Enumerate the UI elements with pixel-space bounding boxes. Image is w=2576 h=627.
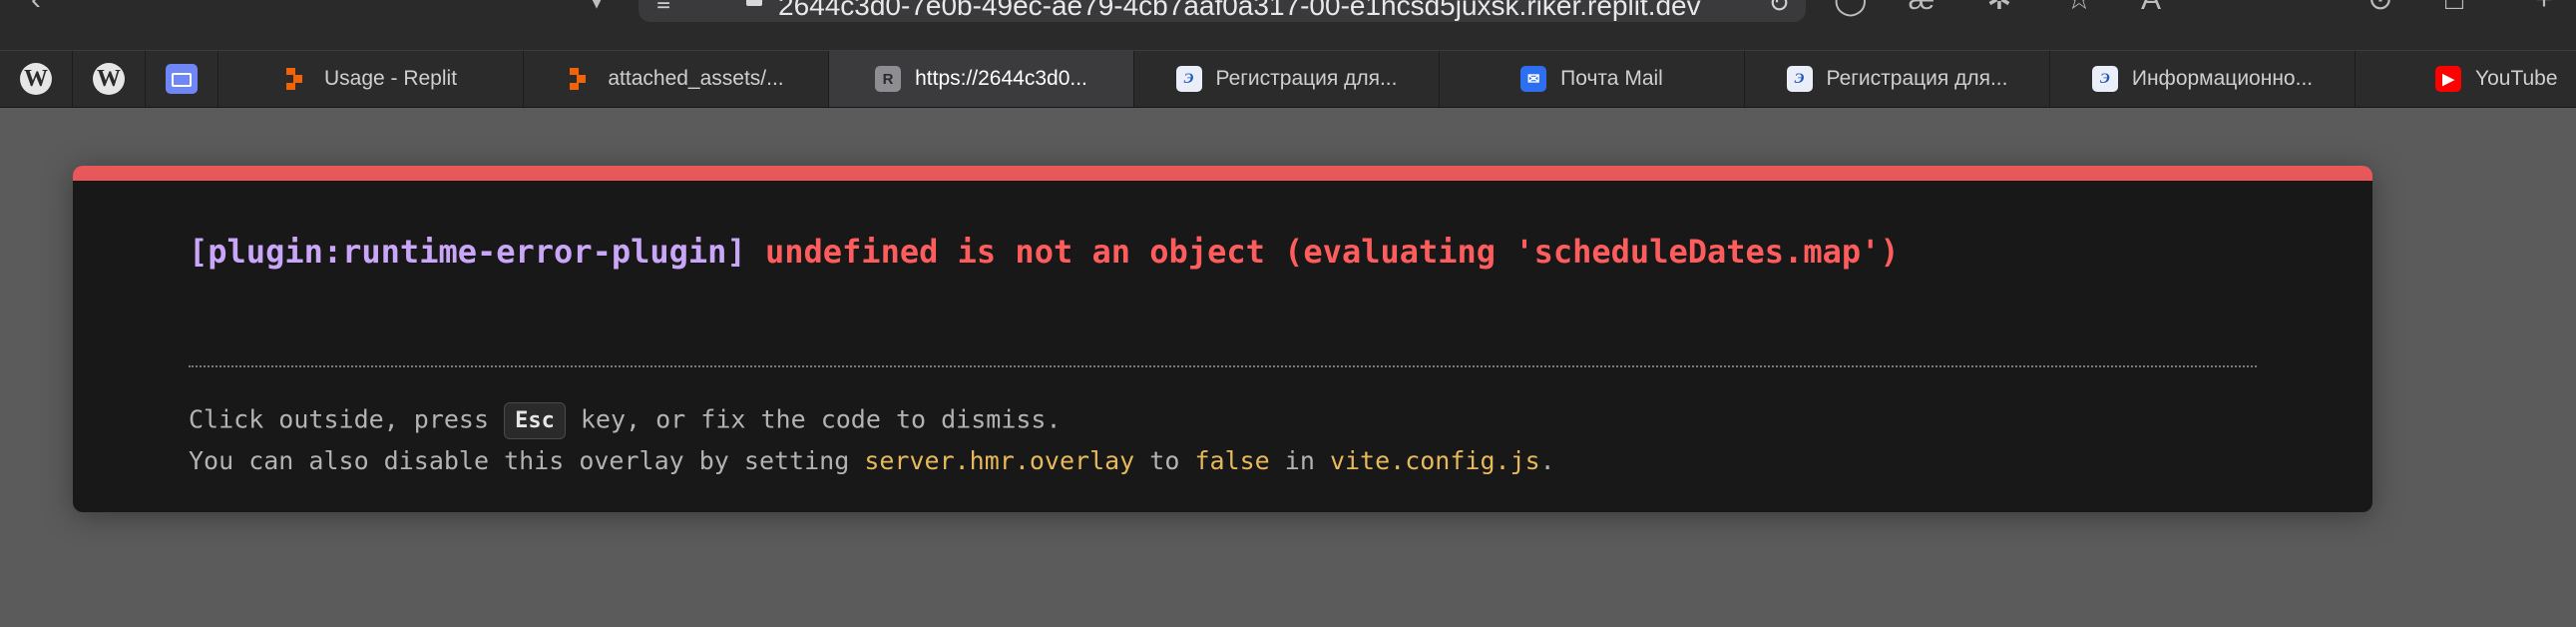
tab-label: Информационно... <box>2131 67 2314 90</box>
tip-text: . <box>1539 446 1555 475</box>
replit-icon <box>284 66 310 92</box>
tip-text: in <box>1269 446 1330 475</box>
registration-site-icon: Э <box>1175 66 1202 92</box>
back-icon[interactable]: ‹ <box>20 0 52 15</box>
dismiss-tip: Click outside, press Esc key, or fix the… <box>189 402 1062 439</box>
shield-icon[interactable]: ▾ <box>581 0 613 15</box>
pinned-tab-wordpress[interactable]: W <box>73 51 146 107</box>
error-overlay: [plugin:runtime-error-plugin] undefined … <box>73 166 2372 512</box>
tab-attached-assets[interactable]: attached_assets/... <box>524 51 829 107</box>
tab-information[interactable]: Э Информационно... <box>2050 51 2356 107</box>
config-file: vite.config.js <box>1329 446 1540 475</box>
tip-text: key, or fix the code to dismiss. <box>565 404 1062 434</box>
config-key: server.hmr.overlay <box>864 446 1135 475</box>
error-message: undefined is not an object (evaluating '… <box>764 233 1900 271</box>
extension-icon[interactable]: ◯ <box>1834 0 1868 15</box>
tab-registration[interactable]: Э Регистрация для... <box>1134 51 1440 107</box>
bookmark-star-icon[interactable]: ☆ <box>2063 0 2095 15</box>
url-text[interactable]: 2644c3d0-7e0b-49ec-ae79-4cb7aaf0a317-00-… <box>778 0 1701 22</box>
reader-mode-icon[interactable]: ≡ <box>656 0 670 18</box>
tab-label: attached_assets/... <box>608 67 784 90</box>
tab-label: Регистрация для... <box>1826 67 2008 90</box>
config-value: false <box>1194 446 1270 475</box>
tab-bar: W W Usage - Replit attached_assets/... R… <box>0 50 2576 108</box>
registration-site-icon: Э <box>1786 66 1813 92</box>
wordpress-icon: W <box>93 63 125 95</box>
replit-icon <box>568 66 594 92</box>
browser-toolbar: ‹ ▾ ≡ 2644c3d0-7e0b-49ec-ae79-4cb7aaf0a3… <box>0 0 2576 50</box>
mail-icon: ✉ <box>1520 66 1547 92</box>
pinned-tab-files[interactable] <box>146 51 218 107</box>
tab-registration[interactable]: Э Регистрация для... <box>1745 51 2050 107</box>
tab-label: YouTube <box>2475 67 2558 90</box>
tip-text: Click outside, press <box>189 404 505 434</box>
share-icon[interactable]: □ <box>2438 0 2470 15</box>
youtube-icon: ▶ <box>2435 66 2461 92</box>
disable-tip: You can also disable this overlay by set… <box>189 446 1555 475</box>
settings-icon[interactable]: ✲ <box>1983 0 2015 15</box>
tab-active-replit-dev[interactable]: R https://2644c3d0... <box>829 51 1134 107</box>
font-icon[interactable]: A <box>2135 0 2167 15</box>
tab-youtube[interactable]: ▶ YouTube <box>2356 51 2576 107</box>
reload-icon[interactable]: ↻ <box>1768 0 1790 19</box>
new-tab-icon[interactable]: + <box>2528 0 2560 15</box>
r-letter-icon: R <box>875 66 902 92</box>
registration-site-icon: Э <box>2091 66 2118 92</box>
tab-label: Регистрация для... <box>1215 67 1398 90</box>
tab-label: https://2644c3d0... <box>915 67 1087 90</box>
translate-icon[interactable]: æ <box>1906 0 1937 15</box>
tab-label: Usage - Replit <box>323 67 458 90</box>
download-icon[interactable]: ⊙ <box>2364 0 2396 15</box>
divider <box>189 365 2257 367</box>
plugin-name: [plugin:runtime-error-plugin] <box>189 233 746 271</box>
wordpress-icon: W <box>20 63 52 95</box>
esc-key: Esc <box>504 402 566 439</box>
tip-text: You can also disable this overlay by set… <box>189 446 865 475</box>
tip-text: to <box>1134 446 1195 475</box>
pinned-tab-wordpress[interactable]: W <box>0 51 73 107</box>
tab-label: Почта Mail <box>1560 67 1663 90</box>
tab-usage-replit[interactable]: Usage - Replit <box>218 51 524 107</box>
address-bar[interactable]: ≡ 2644c3d0-7e0b-49ec-ae79-4cb7aaf0a317-0… <box>639 0 1806 22</box>
lock-icon <box>746 0 762 6</box>
error-heading: [plugin:runtime-error-plugin] undefined … <box>189 233 1900 271</box>
folder-icon <box>166 64 198 94</box>
tab-mail[interactable]: ✉ Почта Mail <box>1440 51 1745 107</box>
